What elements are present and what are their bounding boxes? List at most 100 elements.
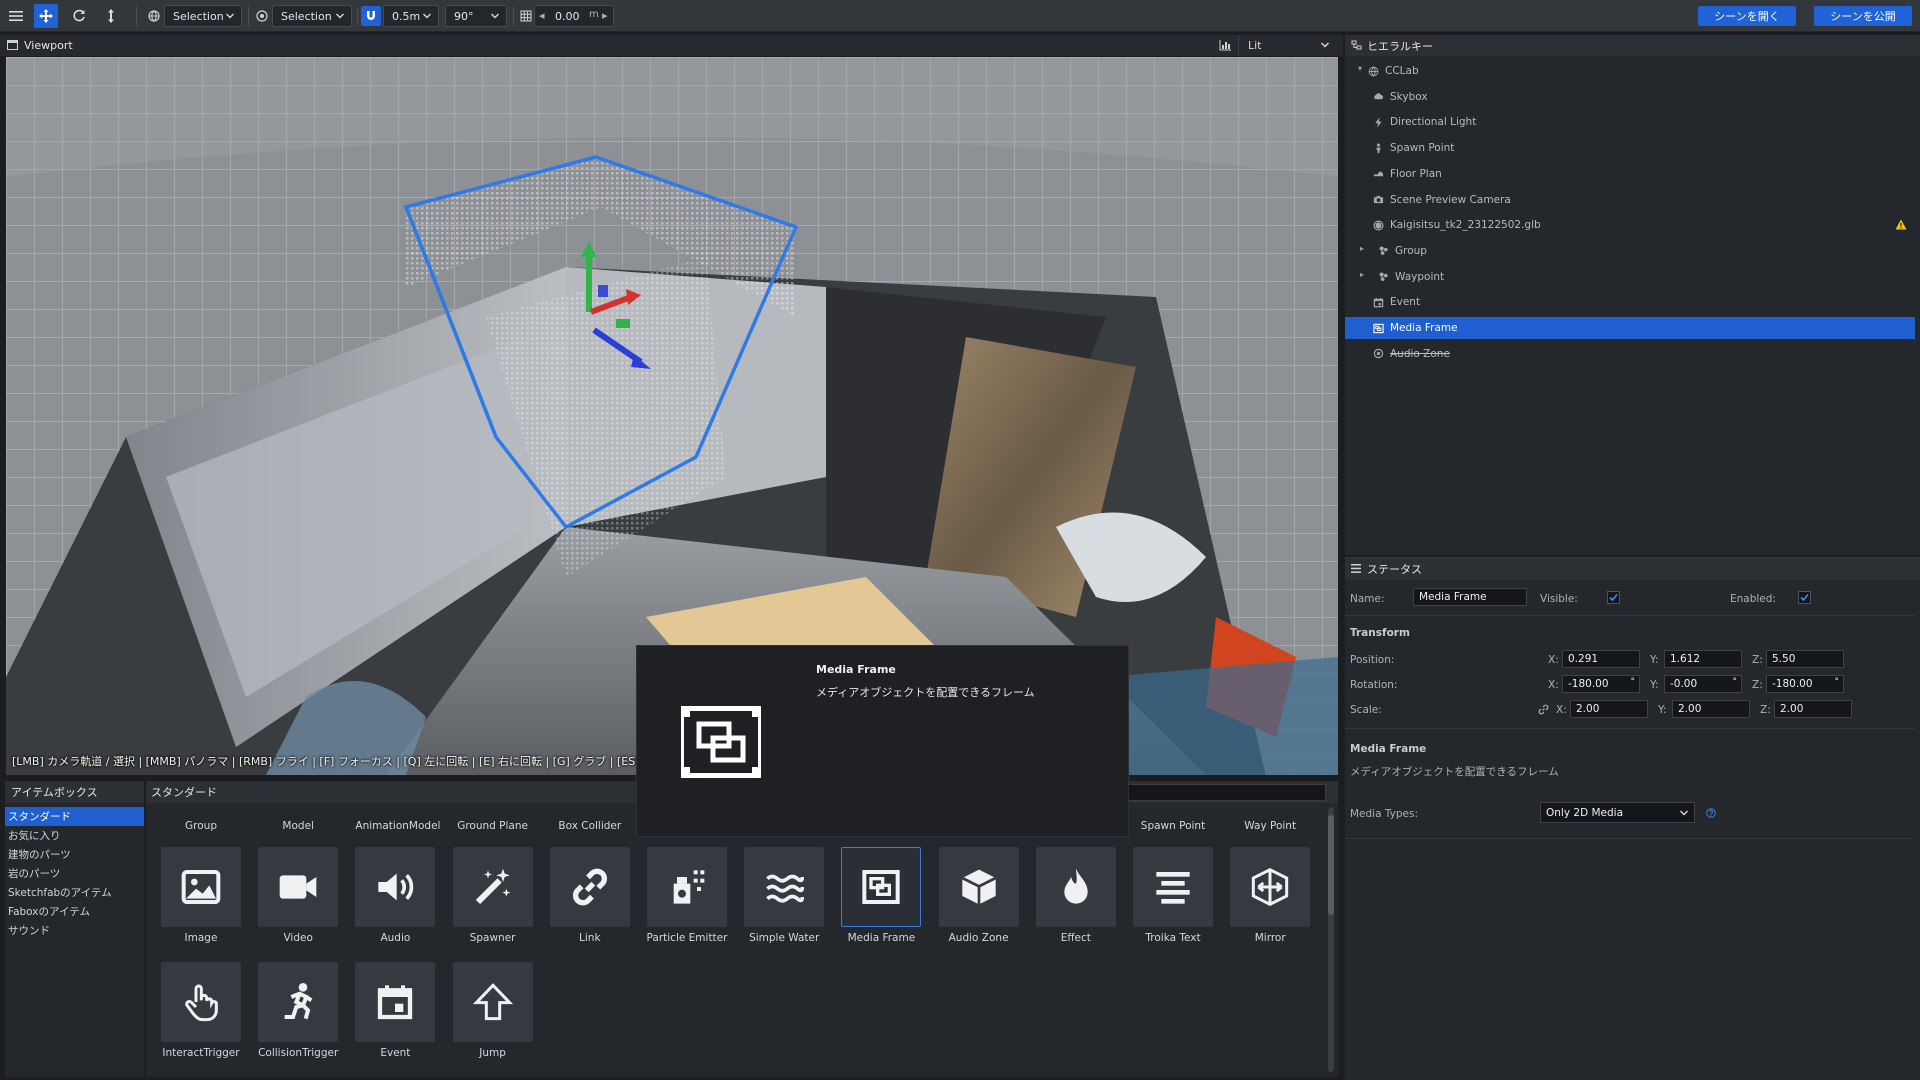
- hierarchy-item[interactable]: Media Frame: [1345, 317, 1915, 339]
- category-item[interactable]: お気に入り: [5, 826, 144, 845]
- item-tile[interactable]: Mirror: [1230, 847, 1311, 944]
- rotation-y-input[interactable]: -0.00 °: [1664, 675, 1742, 693]
- rotation-label: Rotation:: [1350, 679, 1398, 691]
- hierarchy-item-label: Audio Zone: [1390, 347, 1450, 360]
- collapse-arrow-icon[interactable]: ▸: [1360, 244, 1364, 253]
- hierarchy-item[interactable]: Audio Zone: [1345, 343, 1915, 365]
- hierarchy-item[interactable]: Event: [1345, 291, 1915, 313]
- stats-chart-icon[interactable]: [1219, 40, 1232, 51]
- item-tile[interactable]: Spawner: [452, 847, 533, 944]
- transform-pivot-select[interactable]: Selection: [272, 5, 352, 27]
- collapse-arrow-icon[interactable]: ▸: [1360, 270, 1364, 279]
- media-types-select[interactable]: Only 2D Media: [1540, 802, 1695, 823]
- decrement-icon[interactable]: ◂: [539, 9, 545, 22]
- enabled-checkbox[interactable]: [1798, 591, 1811, 604]
- status-title: ステータス: [1367, 563, 1422, 576]
- open-scene-button[interactable]: シーンを開く: [1698, 6, 1796, 26]
- position-x-input[interactable]: 0.291: [1562, 650, 1640, 668]
- item-tile[interactable]: Media Frame: [841, 847, 922, 944]
- transform-space-select[interactable]: Selection: [164, 5, 242, 27]
- model-icon: [1372, 219, 1384, 231]
- render-mode-select[interactable]: Lit: [1238, 35, 1334, 56]
- increment-icon[interactable]: ▸: [602, 9, 608, 22]
- item-tile[interactable]: Image: [161, 847, 241, 944]
- snap-angle-select[interactable]: 90°: [445, 5, 507, 27]
- item-tile[interactable]: InteractTrigger: [161, 962, 241, 1059]
- position-y-input[interactable]: 1.612: [1664, 650, 1742, 668]
- item-tile[interactable]: CollisionTrigger: [258, 962, 338, 1059]
- rotation-y-value: -0.00: [1670, 678, 1698, 690]
- category-item[interactable]: サウンド: [5, 921, 144, 940]
- flame-icon: [1035, 847, 1116, 927]
- item-label: Particle Emitter: [646, 932, 728, 944]
- grid-height-unit: m: [589, 9, 599, 20]
- publish-scene-button[interactable]: シーンを公開: [1814, 6, 1912, 26]
- snap-magnet-icon[interactable]: [361, 6, 381, 26]
- hierarchy-item[interactable]: ▸ Group: [1345, 240, 1915, 262]
- itembox-scrollbar[interactable]: [1328, 807, 1334, 1072]
- name-input[interactable]: Media Frame: [1413, 588, 1527, 606]
- scale-tool-icon[interactable]: [99, 4, 123, 28]
- category-item[interactable]: Sketchfabのアイテム: [5, 883, 144, 902]
- item-tile[interactable]: Audio Zone: [938, 847, 1019, 944]
- item-label: Simple Water: [749, 932, 820, 944]
- item-tile[interactable]: Particle Emitter: [647, 847, 727, 944]
- hierarchy-item-label: Spawn Point: [1390, 142, 1455, 155]
- hierarchy-tree-icon: [1351, 40, 1362, 50]
- move-tool-icon[interactable]: [34, 4, 58, 28]
- item-tile[interactable]: Link: [549, 847, 630, 944]
- item-tile[interactable]: Simple Water: [744, 847, 825, 944]
- item-tile[interactable]: Effect: [1035, 847, 1116, 944]
- text-align-icon: [1133, 847, 1213, 927]
- grid-height-value[interactable]: 0.00: [555, 10, 580, 23]
- item-label[interactable]: Spawn Point: [1133, 820, 1213, 832]
- scale-z-input[interactable]: 2.00: [1774, 700, 1852, 718]
- itembox-title: アイテムボックス: [5, 781, 144, 803]
- category-item[interactable]: スタンダード: [5, 807, 144, 826]
- hierarchy-item[interactable]: Scene Preview Camera: [1345, 189, 1915, 211]
- position-z-input[interactable]: 5.50: [1766, 650, 1844, 668]
- scale-y-input[interactable]: 2.00: [1672, 700, 1750, 718]
- item-label[interactable]: Ground Plane: [453, 820, 533, 832]
- help-icon[interactable]: [1706, 808, 1716, 818]
- menu-icon[interactable]: [4, 4, 28, 28]
- item-label[interactable]: Box Collider: [550, 820, 630, 832]
- hierarchy-item[interactable]: Kaigisitsu_tk2_23122502.glb: [1345, 214, 1915, 236]
- expand-arrow-icon[interactable]: ▾: [1358, 64, 1362, 73]
- transform-section-title: Transform: [1350, 627, 1410, 639]
- camera-icon: [1372, 194, 1384, 206]
- hierarchy-item[interactable]: Spawn Point: [1345, 137, 1915, 159]
- item-tile[interactable]: Audio: [355, 847, 436, 944]
- item-tile[interactable]: Video: [258, 847, 339, 944]
- hierarchy-item[interactable]: ▾ CCLab: [1345, 60, 1915, 82]
- rotation-x-input[interactable]: -180.00 °: [1562, 675, 1640, 693]
- item-label: Audio: [380, 932, 411, 944]
- item-label[interactable]: Model: [258, 820, 338, 832]
- category-item[interactable]: Faboxのアイテム: [5, 902, 144, 921]
- item-label[interactable]: Group: [161, 820, 241, 832]
- hierarchy-item[interactable]: Floor Plan: [1345, 163, 1915, 185]
- item-label[interactable]: Way Point: [1230, 820, 1310, 832]
- category-item[interactable]: 岩のパーツ: [5, 864, 144, 883]
- item-tile[interactable]: Jump: [452, 962, 533, 1059]
- rotate-tool-icon[interactable]: [67, 4, 91, 28]
- scale-x-input[interactable]: 2.00: [1570, 700, 1648, 718]
- grid-height-stepper[interactable]: ◂ 0.00 m ▸: [534, 5, 614, 27]
- rotation-z-input[interactable]: -180.00 °: [1766, 675, 1844, 693]
- visible-checkbox[interactable]: [1607, 591, 1620, 604]
- item-tile[interactable]: Event: [355, 962, 436, 1059]
- item-tile[interactable]: Troika Text: [1133, 847, 1213, 944]
- scrollbar-thumb[interactable]: [1328, 815, 1334, 915]
- snap-distance-select[interactable]: 0.5m: [383, 5, 439, 27]
- category-item[interactable]: 建物のパーツ: [5, 845, 144, 864]
- audio-zone-icon: [1372, 348, 1384, 360]
- grid-icon[interactable]: [519, 9, 533, 23]
- hand-pointer-icon: [161, 962, 241, 1042]
- item-label: Media Frame: [847, 932, 916, 944]
- hierarchy-item[interactable]: Skybox: [1345, 86, 1915, 108]
- item-label[interactable]: AnimationModel: [355, 820, 440, 832]
- link-scale-icon[interactable]: [1538, 704, 1549, 715]
- hierarchy-item[interactable]: Directional Light: [1345, 111, 1915, 133]
- hierarchy-item[interactable]: ▸ Waypoint: [1345, 266, 1915, 288]
- cube-icon: [938, 847, 1019, 927]
